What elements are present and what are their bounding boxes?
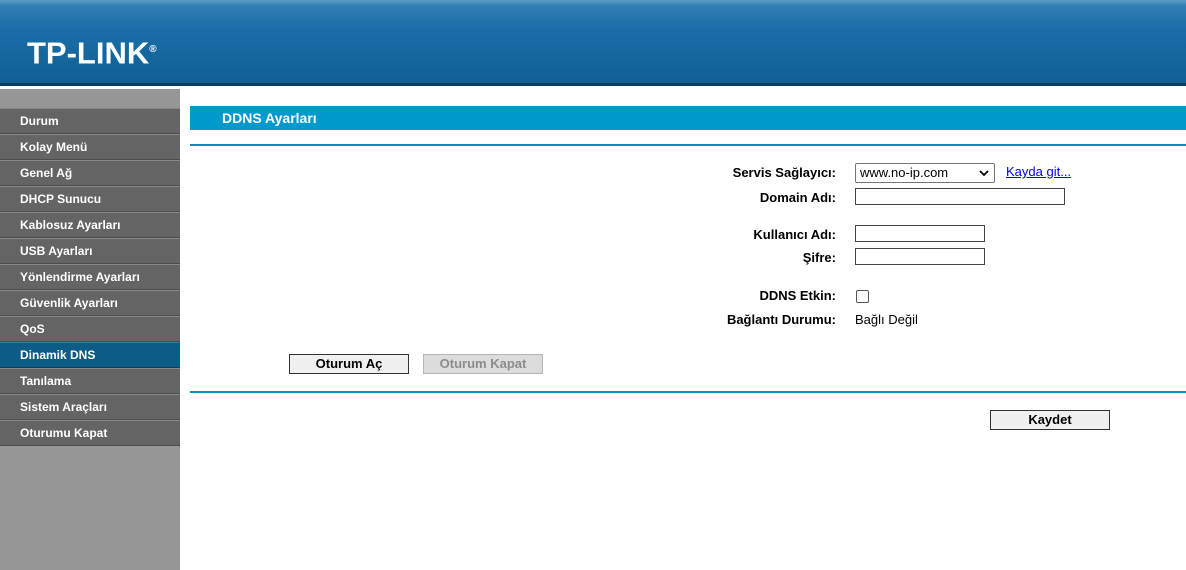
service-provider-label: Servis Sağlayıcı: [732, 165, 836, 180]
chevron-down-icon [979, 170, 989, 177]
username-label: Kullanıcı Adı: [753, 227, 836, 242]
bottom-divider [190, 391, 1186, 393]
login-button[interactable]: Oturum Aç [289, 354, 409, 374]
username-input[interactable] [855, 225, 985, 242]
service-provider-select[interactable]: www.no-ip.com [855, 163, 995, 183]
sidebar-item-durum[interactable]: Durum [0, 108, 180, 134]
service-provider-value: www.no-ip.com [860, 165, 949, 180]
connection-status-label: Bağlantı Durumu: [726, 312, 836, 327]
page-title: DDNS Ayarları [190, 106, 1186, 130]
domain-input[interactable] [855, 188, 1065, 205]
domain-label: Domain Adı: [759, 190, 836, 205]
password-input[interactable] [855, 248, 985, 265]
sidebar-item-dhcp-sunucu[interactable]: DHCP Sunucu [0, 186, 180, 212]
sidebar-item-genel-ag[interactable]: Genel Ağ [0, 160, 180, 186]
sidebar-item-oturumu-kapat[interactable]: Oturumu Kapat [0, 420, 180, 446]
tp-link-logo: TP-LINK® [27, 33, 157, 70]
ddns-enabled-checkbox[interactable] [856, 290, 869, 303]
logo-text: TP-LINK [27, 35, 150, 71]
save-button[interactable]: Kaydet [990, 410, 1110, 430]
sidebar: Durum Kolay Menü Genel Ağ DHCP Sunucu Ka… [0, 89, 180, 570]
sidebar-menu: Durum Kolay Menü Genel Ağ DHCP Sunucu Ka… [0, 108, 180, 446]
sidebar-item-dinamik-dns[interactable]: Dinamik DNS [0, 342, 180, 368]
registered-mark: ® [149, 44, 157, 55]
sidebar-item-qos[interactable]: QoS [0, 316, 180, 342]
sidebar-item-kolay-menu[interactable]: Kolay Menü [0, 134, 180, 160]
password-label: Şifre: [802, 250, 836, 265]
main-content: DDNS Ayarları Servis Sağlayıcı: www.no-i… [190, 89, 1186, 570]
connection-status-value: Bağlı Değil [855, 312, 918, 327]
header-banner: TP-LINK® [0, 0, 1186, 86]
ddns-enabled-label: DDNS Etkin: [759, 288, 836, 303]
register-link[interactable]: Kayda git... [1006, 164, 1071, 179]
top-divider [190, 144, 1186, 146]
sidebar-item-usb-ayarlari[interactable]: USB Ayarları [0, 238, 180, 264]
sidebar-item-kablosuz-ayarlari[interactable]: Kablosuz Ayarları [0, 212, 180, 238]
sidebar-item-sistem-araclari[interactable]: Sistem Araçları [0, 394, 180, 420]
sidebar-item-tanilama[interactable]: Tanılama [0, 368, 180, 394]
sidebar-item-yonlendirme-ayarlari[interactable]: Yönlendirme Ayarları [0, 264, 180, 290]
logout-button[interactable]: Oturum Kapat [423, 354, 543, 374]
sidebar-item-guvenlik-ayarlari[interactable]: Güvenlik Ayarları [0, 290, 180, 316]
